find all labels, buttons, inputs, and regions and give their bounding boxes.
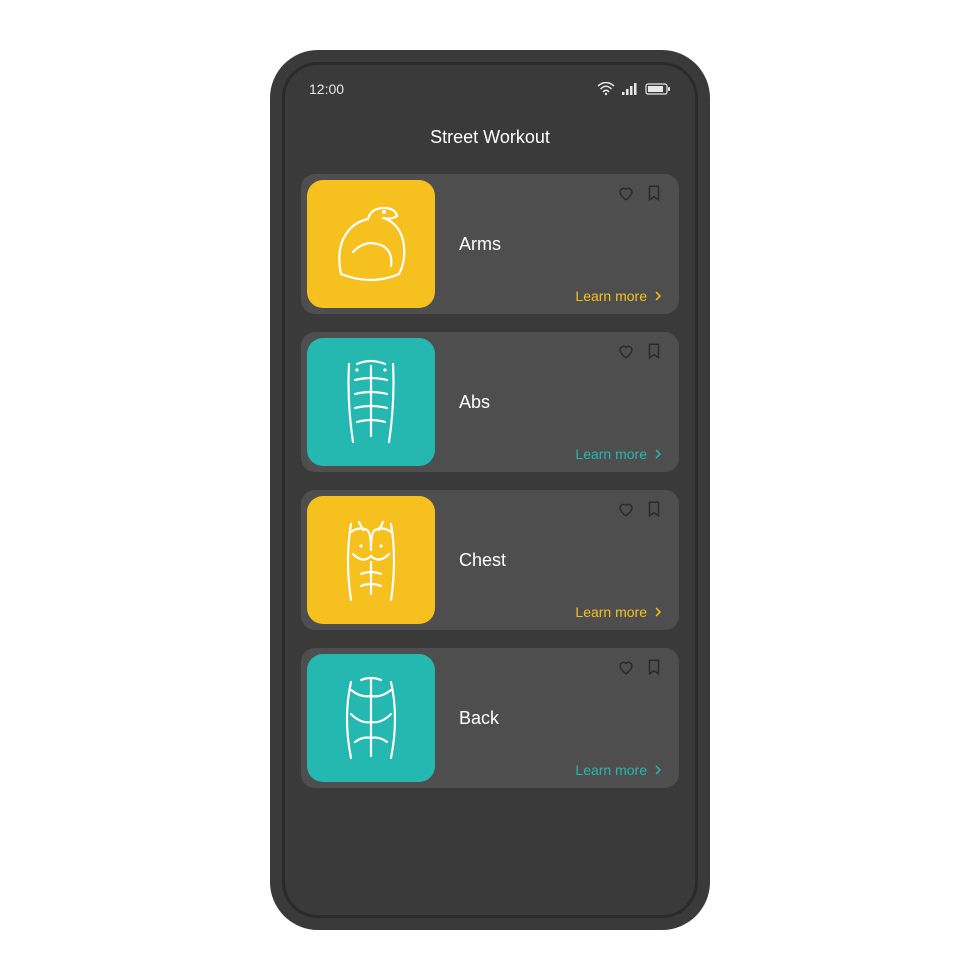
learn-more-label: Learn more <box>575 604 647 620</box>
card-body: Abs Learn more <box>441 332 679 472</box>
learn-more-label: Learn more <box>575 288 647 304</box>
card-title: Back <box>459 708 663 729</box>
learn-more-link[interactable]: Learn more <box>575 604 663 620</box>
battery-icon <box>645 82 671 96</box>
card-body: Back Learn more <box>441 648 679 788</box>
learn-more-link[interactable]: Learn more <box>575 288 663 304</box>
phone-frame: 12:00 <box>270 50 710 930</box>
card-title: Chest <box>459 550 663 571</box>
chevron-right-icon <box>653 607 663 617</box>
chevron-right-icon <box>653 291 663 301</box>
card-body: Arms Learn more <box>441 174 679 314</box>
status-bar: 12:00 <box>285 65 695 105</box>
back-icon <box>307 654 435 782</box>
card-title: Abs <box>459 392 663 413</box>
status-time: 12:00 <box>309 81 344 97</box>
learn-more-link[interactable]: Learn more <box>575 762 663 778</box>
bookmark-icon[interactable] <box>645 500 663 523</box>
chevron-right-icon <box>653 449 663 459</box>
workout-card-chest[interactable]: Chest Learn more <box>301 490 679 630</box>
learn-more-link[interactable]: Learn more <box>575 446 663 462</box>
workout-list: Arms Learn more <box>285 174 695 788</box>
learn-more-label: Learn more <box>575 446 647 462</box>
card-body: Chest Learn more <box>441 490 679 630</box>
heart-icon[interactable] <box>617 184 635 207</box>
chest-icon <box>307 496 435 624</box>
card-title: Arms <box>459 234 663 255</box>
heart-icon[interactable] <box>617 658 635 681</box>
heart-icon[interactable] <box>617 500 635 523</box>
learn-more-label: Learn more <box>575 762 647 778</box>
phone-screen: 12:00 <box>282 62 698 918</box>
wifi-icon <box>597 82 615 96</box>
bookmark-icon[interactable] <box>645 658 663 681</box>
workout-card-abs[interactable]: Abs Learn more <box>301 332 679 472</box>
bookmark-icon[interactable] <box>645 184 663 207</box>
bicep-icon <box>307 180 435 308</box>
page-title: Street Workout <box>285 105 695 174</box>
status-icons <box>597 82 671 96</box>
abs-icon <box>307 338 435 466</box>
heart-icon[interactable] <box>617 342 635 365</box>
signal-icon <box>621 82 639 96</box>
chevron-right-icon <box>653 765 663 775</box>
workout-card-back[interactable]: Back Learn more <box>301 648 679 788</box>
workout-card-arms[interactable]: Arms Learn more <box>301 174 679 314</box>
bookmark-icon[interactable] <box>645 342 663 365</box>
